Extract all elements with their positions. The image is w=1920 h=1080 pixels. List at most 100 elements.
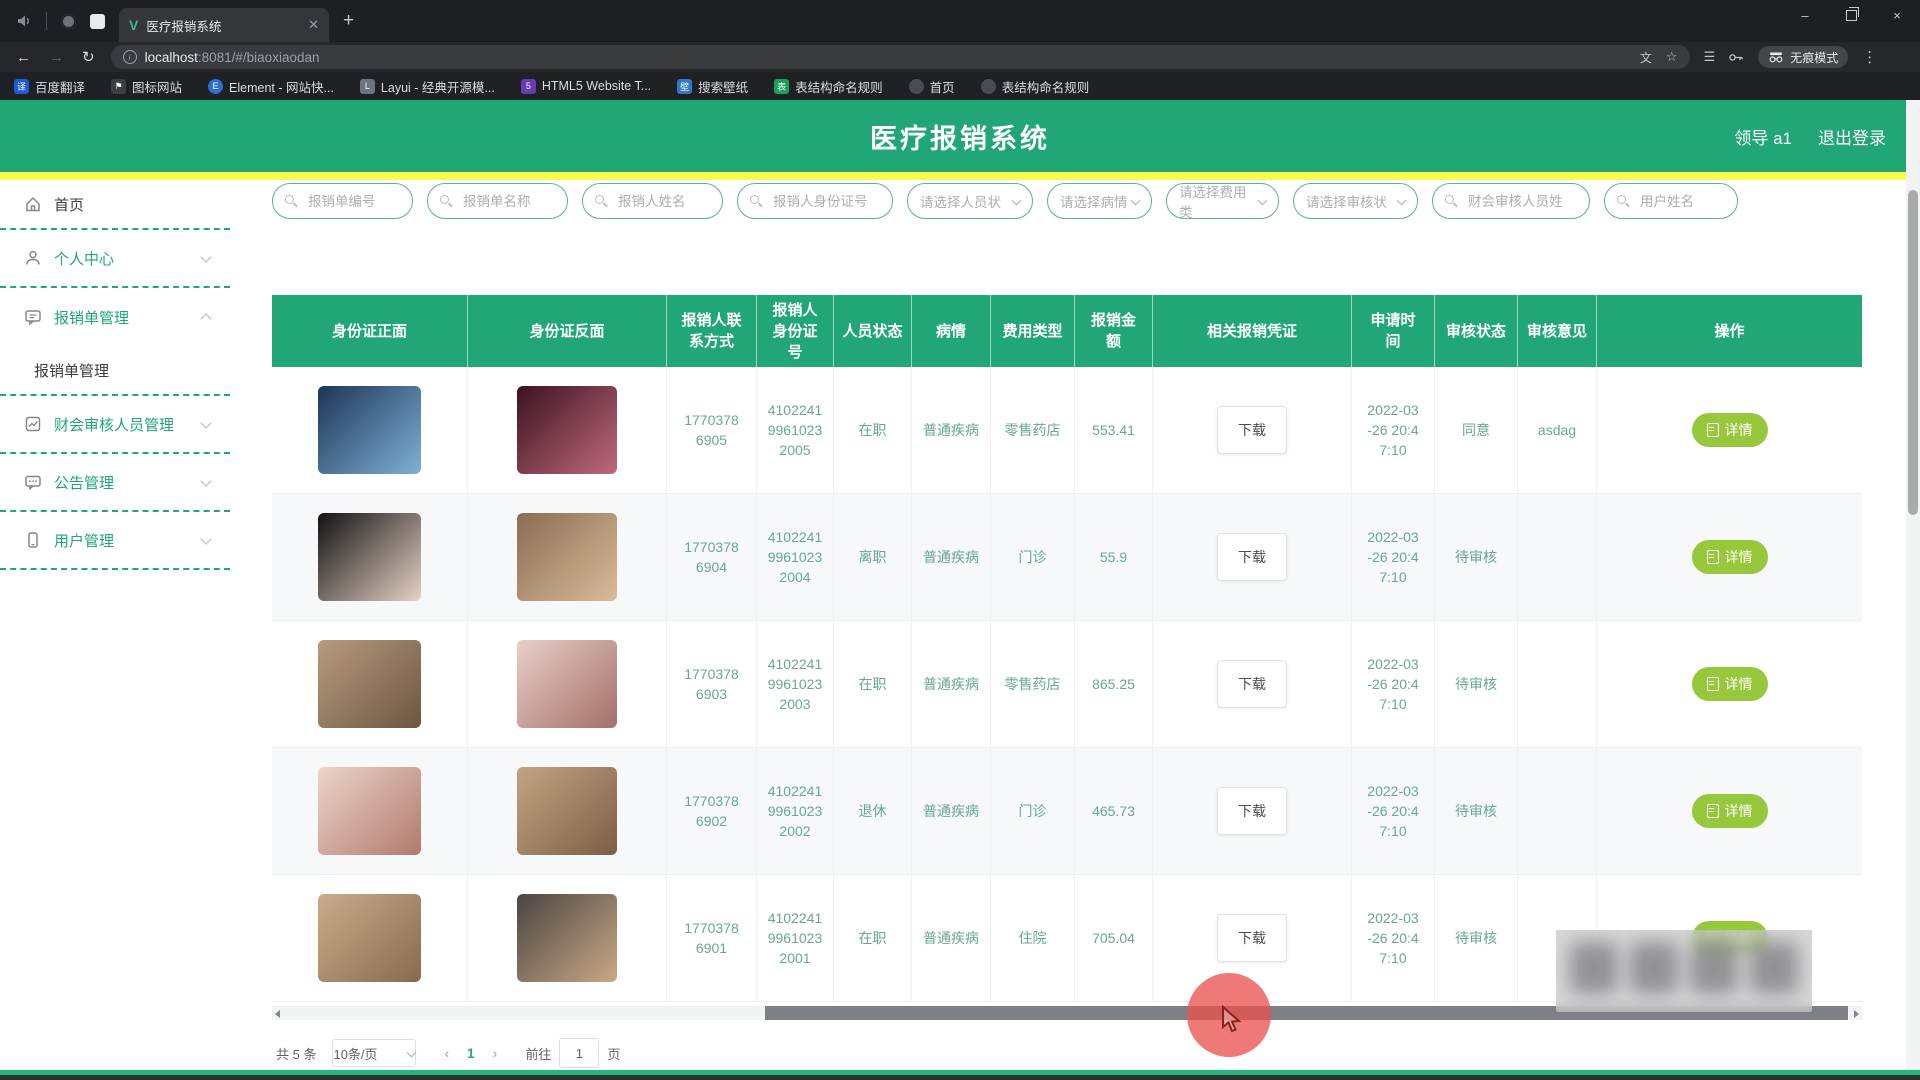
cell-audit-opinion [1518, 621, 1597, 747]
auditor-name-input[interactable] [1466, 193, 1577, 210]
window-close-button[interactable]: × [1874, 0, 1920, 30]
detail-button[interactable]: 详情 [1692, 794, 1768, 828]
order-no-input[interactable] [306, 193, 400, 210]
order-name-input[interactable] [461, 193, 555, 210]
col-id-front: 身份证正面 [272, 295, 468, 367]
id-back-photo[interactable] [517, 767, 617, 855]
tab-close-icon[interactable]: ✕ [308, 17, 319, 33]
prev-page-button[interactable]: ‹ [444, 1045, 449, 1061]
translate-icon[interactable]: 文 [1640, 49, 1652, 66]
col-voucher: 相关报销凭证 [1153, 295, 1352, 367]
id-front-photo[interactable] [318, 767, 421, 855]
sidebar-subitem-reimbursement-list[interactable]: 报销单管理 [0, 346, 230, 396]
chevron-down-icon [200, 251, 211, 262]
window-restore-button[interactable] [1828, 0, 1874, 30]
sidebar-item-reimbursement-mgmt[interactable]: 报销单管理 [0, 288, 230, 346]
vertical-scrollbar-thumb[interactable] [1908, 190, 1918, 515]
detail-button[interactable]: 详情 [1692, 540, 1768, 574]
detail-button[interactable]: 详情 [1692, 667, 1768, 701]
filter-order-name[interactable] [427, 183, 568, 219]
filter-user-name[interactable] [1604, 183, 1738, 219]
person-name-input[interactable] [616, 193, 710, 210]
cell-phone: 17703786905 [667, 367, 757, 493]
download-button[interactable]: 下载 [1217, 533, 1287, 581]
bookmark-item[interactable]: 表结构命名规则 [981, 77, 1090, 96]
filter-person-status-select[interactable]: 请选择人员状 [907, 183, 1033, 219]
id-back-photo[interactable] [517, 894, 617, 982]
filter-person-name[interactable] [582, 183, 723, 219]
reload-button[interactable]: ↻ [82, 48, 95, 66]
person-id-input[interactable] [771, 193, 880, 210]
bookmark-item[interactable]: 5HTML5 Website T... [521, 79, 651, 94]
scroll-left-arrow-icon[interactable] [275, 1010, 280, 1018]
incognito-icon [1768, 52, 1784, 63]
download-button[interactable]: 下载 [1217, 914, 1287, 962]
current-page[interactable]: 1 [467, 1046, 475, 1061]
filter-fee-type-select[interactable]: 请选择费用类 [1166, 183, 1279, 219]
detail-button[interactable]: 详情 [1692, 413, 1768, 447]
back-button[interactable]: ← [16, 49, 31, 66]
page-size-select[interactable]: 10条/页 [332, 1039, 416, 1067]
reading-list-icon[interactable]: ☰ [1704, 49, 1716, 65]
window-minimize-button[interactable]: – [1782, 0, 1828, 30]
filter-person-id[interactable] [737, 183, 893, 219]
id-front-photo[interactable] [318, 386, 421, 474]
col-id-number: 报销人身份证号 [757, 295, 834, 367]
forward-button[interactable]: → [49, 49, 64, 66]
next-page-button[interactable]: › [493, 1045, 498, 1061]
cell-phone: 17703786903 [667, 621, 757, 747]
id-front-photo[interactable] [318, 894, 421, 982]
pinned-tab-icon[interactable] [90, 14, 105, 29]
url-text[interactable]: localhost:8081/#/biaoxiaodan [145, 50, 320, 65]
sidebar-item-personal-center[interactable]: 个人中心 [0, 230, 230, 288]
chevron-up-icon [200, 313, 211, 324]
download-button[interactable]: 下载 [1217, 660, 1287, 708]
cell-disease: 普通疾病 [912, 748, 991, 874]
id-back-photo[interactable] [517, 640, 617, 728]
user-name-input[interactable] [1638, 193, 1725, 210]
sidebar-item-user-mgmt[interactable]: 用户管理 [0, 512, 230, 570]
active-tab[interactable]: V 医疗报销系统 ✕ [119, 8, 329, 42]
bookmark-item[interactable]: LLayui - 经典开源模... [360, 77, 495, 96]
browser-menu-icon[interactable]: ⋮ [1862, 48, 1877, 66]
vertical-scrollbar[interactable] [1906, 100, 1920, 1070]
sidebar-item-finance-auditor-mgmt[interactable]: 财会审核人员管理 [0, 396, 230, 454]
scroll-right-arrow-icon[interactable] [1854, 1010, 1859, 1018]
blurred-watermark [1556, 930, 1812, 1012]
download-button[interactable]: 下载 [1217, 787, 1287, 835]
volume-icon[interactable] [16, 13, 32, 29]
bookmark-item[interactable]: 表表结构命名规则 [774, 77, 883, 96]
cell-amount: 55.9 [1075, 494, 1153, 620]
site-info-icon[interactable]: i [123, 50, 137, 64]
id-back-photo[interactable] [517, 386, 617, 474]
bookmark-item[interactable]: 首页 [909, 77, 955, 96]
bottom-edge [0, 1075, 1920, 1080]
filter-audit-status-select[interactable]: 请选择审核状 [1293, 183, 1418, 219]
bookmark-item[interactable]: 壁搜索壁纸 [677, 77, 748, 96]
logout-button[interactable]: 退出登录 [1818, 124, 1886, 149]
id-front-photo[interactable] [318, 513, 421, 601]
page-unit-label: 页 [607, 1044, 620, 1063]
cell-fee-type: 门诊 [991, 748, 1075, 874]
bookmark-item[interactable]: EElement - 网站快... [208, 77, 334, 96]
id-back-photo[interactable] [517, 513, 617, 601]
key-icon[interactable] [1729, 52, 1744, 63]
filter-auditor-name[interactable] [1432, 183, 1590, 219]
address-bar[interactable]: i localhost:8081/#/biaoxiaodan 文 ☆ [111, 45, 1690, 69]
goto-page-input[interactable] [559, 1038, 599, 1068]
pinned-tab-globe-icon[interactable] [61, 14, 76, 29]
filter-order-no[interactable] [272, 183, 413, 219]
filter-disease-select[interactable]: 请选择病情 [1047, 183, 1152, 219]
new-tab-button[interactable]: + [343, 10, 354, 32]
sidebar-item-home[interactable]: 首页 [0, 180, 230, 230]
download-button[interactable]: 下载 [1217, 406, 1287, 454]
app-header: 医疗报销系统 领导 a1 退出登录 [0, 100, 1920, 172]
current-user[interactable]: 领导 a1 [1734, 124, 1792, 149]
bookmark-item[interactable]: ⚑图标网站 [111, 77, 182, 96]
bookmark-star-icon[interactable]: ☆ [1666, 49, 1678, 65]
id-front-photo[interactable] [318, 640, 421, 728]
bookmark-item[interactable]: 译百度翻译 [14, 77, 85, 96]
chevron-down-icon [200, 475, 211, 486]
cell-apply-time: 2022-03-26 20:47:10 [1352, 494, 1435, 620]
sidebar-item-announcement-mgmt[interactable]: 公告管理 [0, 454, 230, 512]
